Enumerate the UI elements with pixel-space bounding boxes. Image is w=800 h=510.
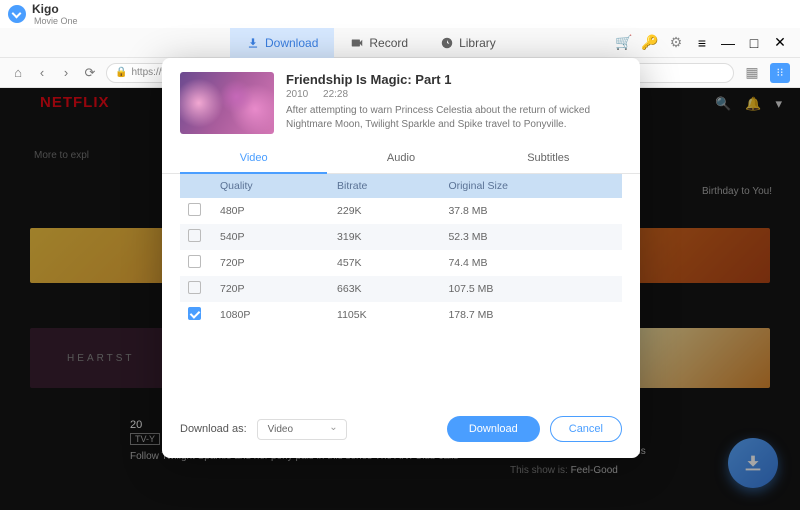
quality-table: Quality Bitrate Original Size 480P 229K … [180,174,622,328]
lock-icon: 🔒 [115,67,127,78]
cell-bitrate: 319K [329,224,440,250]
tab-audio[interactable]: Audio [327,144,474,173]
cell-quality: 540P [212,224,329,250]
col-size: Original Size [440,174,622,198]
row-checkbox[interactable] [188,281,201,294]
cancel-button[interactable]: Cancel [550,416,622,442]
top-nav: Download Record Library 🛒 🔑 ⚙ ≡ — □ ✕ [0,28,800,58]
cart-icon[interactable]: 🛒 [616,35,632,51]
poster-thumbnail [180,72,274,134]
quality-table-wrap: Quality Bitrate Original Size 480P 229K … [162,174,640,328]
table-row: 540P 319K 52.3 MB [180,224,622,250]
format-select[interactable]: Video [257,419,347,440]
row-checkbox[interactable] [188,229,201,242]
download-as-label: Download as: [180,423,247,435]
cell-quality: 480P [212,198,329,224]
cell-bitrate: 229K [329,198,440,224]
media-duration: 22:28 [323,89,348,100]
titlebar: Kigo Movie One [0,0,800,28]
app-logo-icon [8,5,26,23]
col-quality: Quality [212,174,329,198]
media-title: Friendship Is Magic: Part 1 [286,72,622,87]
nav-download-label: Download [265,36,318,50]
tab-video[interactable]: Video [180,144,327,174]
cell-quality: 720P [212,250,329,276]
forward-icon[interactable]: › [58,65,74,81]
table-row: 720P 457K 74.4 MB [180,250,622,276]
nav-library-label: Library [459,36,496,50]
nav-library[interactable]: Library [424,28,512,58]
library-icon [440,36,454,50]
nav-record-label: Record [369,36,408,50]
cell-bitrate: 1105K [329,302,440,328]
download-button[interactable]: Download [447,416,540,442]
download-icon [246,36,260,50]
app-subtitle: Movie One [34,16,78,26]
grid-icon[interactable]: ▦ [742,63,762,83]
row-checkbox[interactable] [188,203,201,216]
media-year: 2010 [286,89,308,100]
home-icon[interactable]: ⌂ [10,65,26,81]
reload-icon[interactable]: ⟳ [82,65,98,81]
nav-record[interactable]: Record [334,28,424,58]
key-icon[interactable]: 🔑 [642,35,658,51]
row-checkbox[interactable] [188,255,201,268]
nav-download[interactable]: Download [230,28,334,58]
download-modal: ✕ Friendship Is Magic: Part 1 2010 22:28… [162,58,640,458]
app-name: Kigo [32,2,78,16]
table-row: 720P 663K 107.5 MB [180,276,622,302]
modal-header: Friendship Is Magic: Part 1 2010 22:28 A… [162,58,640,144]
cell-bitrate: 663K [329,276,440,302]
cell-size: 52.3 MB [440,224,622,250]
table-row: 1080P 1105K 178.7 MB [180,302,622,328]
minimize-icon[interactable]: — [720,35,736,51]
row-checkbox[interactable] [188,307,201,320]
table-row: 480P 229K 37.8 MB [180,198,622,224]
capture-icon[interactable]: ⁝⁝ [770,63,790,83]
cell-size: 37.8 MB [440,198,622,224]
record-icon [350,36,364,50]
settings-icon[interactable]: ⚙ [668,35,684,51]
cell-bitrate: 457K [329,250,440,276]
tab-subtitles[interactable]: Subtitles [475,144,622,173]
maximize-icon[interactable]: □ [746,35,762,51]
media-desc: After attempting to warn Princess Celest… [286,104,622,132]
cell-quality: 1080P [212,302,329,328]
cell-quality: 720P [212,276,329,302]
cell-size: 74.4 MB [440,250,622,276]
back-icon[interactable]: ‹ [34,65,50,81]
menu-icon[interactable]: ≡ [694,35,710,51]
media-meta: 2010 22:28 [286,89,622,100]
cell-size: 107.5 MB [440,276,622,302]
col-bitrate: Bitrate [329,174,440,198]
quality-tabs: Video Audio Subtitles [162,144,640,174]
modal-footer: Download as: Video Download Cancel [162,404,640,458]
cell-size: 178.7 MB [440,302,622,328]
close-icon[interactable]: ✕ [772,35,788,51]
